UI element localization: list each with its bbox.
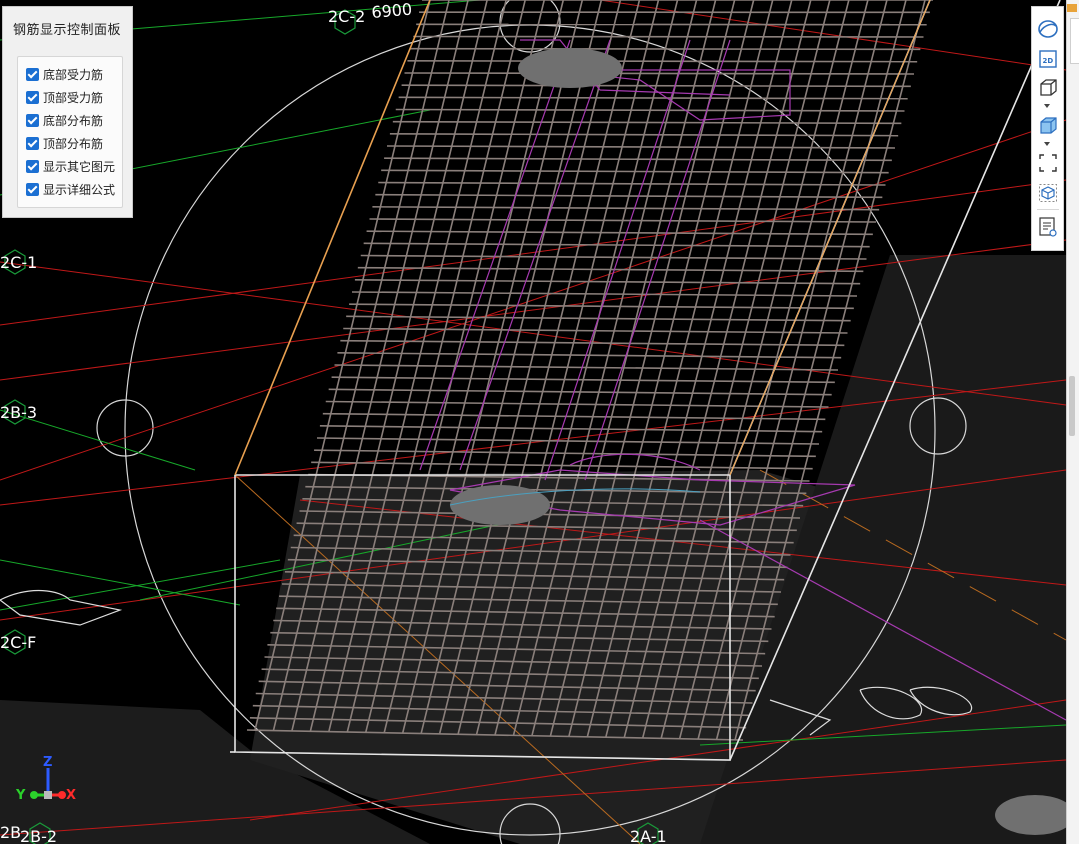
panel-title: 钢筋显示控制面板 xyxy=(13,23,122,38)
chevron-down-icon[interactable] xyxy=(1044,142,1050,146)
panel-accent xyxy=(1067,4,1077,12)
checkbox-checked-icon[interactable] xyxy=(26,159,39,173)
gizmo-x-label: X xyxy=(66,788,76,803)
3d-viewport[interactable]: 2C-2 6900 2C-1 2B-3 2C-F 2B 2B-2 2A-1 Z … xyxy=(0,0,1079,844)
2d-view-icon[interactable]: 2D xyxy=(1036,47,1060,71)
option-label: 顶部受力筋 xyxy=(43,90,104,105)
checkbox-checked-icon[interactable] xyxy=(26,90,39,104)
option-label: 显示详细公式 xyxy=(43,182,116,197)
option-show-detailed-formula[interactable]: 显示详细公式 xyxy=(26,180,115,198)
option-label: 底部分布筋 xyxy=(43,113,104,128)
right-side-panel-strip xyxy=(1066,0,1079,844)
gizmo-y-label: Y xyxy=(15,788,26,803)
option-show-other-elements[interactable]: 显示其它图元 xyxy=(26,157,115,175)
solid-box-icon[interactable] xyxy=(1036,113,1060,137)
checkbox-checked-icon[interactable] xyxy=(26,182,39,196)
axis-label-2c-f: 2C-F xyxy=(0,633,36,652)
gizmo-z-label: Z xyxy=(43,755,52,770)
option-top-main-rebar[interactable]: 顶部受力筋 xyxy=(26,88,103,106)
iso-view-icon[interactable] xyxy=(1036,181,1060,205)
option-label: 顶部分布筋 xyxy=(43,136,104,151)
chevron-down-icon[interactable] xyxy=(1044,104,1050,108)
option-label: 显示其它图元 xyxy=(43,159,116,174)
checkbox-checked-icon[interactable] xyxy=(26,113,39,127)
3d-box-icon[interactable] xyxy=(1036,75,1060,99)
axis-label-2c-1: 2C-1 xyxy=(0,253,37,272)
axis-label-2c-2: 2C-2 xyxy=(328,7,365,26)
option-bottom-main-rebar[interactable]: 底部受力筋 xyxy=(26,65,103,83)
option-top-distribution-rebar[interactable]: 顶部分布筋 xyxy=(26,134,103,152)
option-label: 底部受力筋 xyxy=(43,67,104,82)
axis-label-2b-3: 2B-3 xyxy=(0,403,37,422)
rebar-display-control-panel: 钢筋显示控制面板 底部受力筋 顶部受力筋 底部分布筋 顶部分布筋 显示其它图元 … xyxy=(2,6,133,218)
svg-text:2D: 2D xyxy=(1043,57,1054,65)
side-tab[interactable] xyxy=(1070,18,1079,64)
fit-frame-icon[interactable] xyxy=(1036,151,1060,175)
axis-label-2a-1: 2A-1 xyxy=(630,827,667,844)
dimension-6900: 6900 xyxy=(371,0,413,22)
scrollbar[interactable] xyxy=(1069,376,1075,436)
checkbox-checked-icon[interactable] xyxy=(26,67,39,81)
option-bottom-distribution-rebar[interactable]: 底部分布筋 xyxy=(26,111,103,129)
formula-view-icon[interactable] xyxy=(1036,215,1060,239)
axis-label-2b: 2B xyxy=(0,823,21,842)
axis-label-2b-2: 2B-2 xyxy=(20,827,57,844)
view-toolbar: 2D xyxy=(1031,6,1064,251)
orbit-icon[interactable] xyxy=(1036,17,1060,41)
checkbox-checked-icon[interactable] xyxy=(26,136,39,150)
panel-options-box: 底部受力筋 顶部受力筋 底部分布筋 顶部分布筋 显示其它图元 显示详细公式 xyxy=(17,56,123,208)
